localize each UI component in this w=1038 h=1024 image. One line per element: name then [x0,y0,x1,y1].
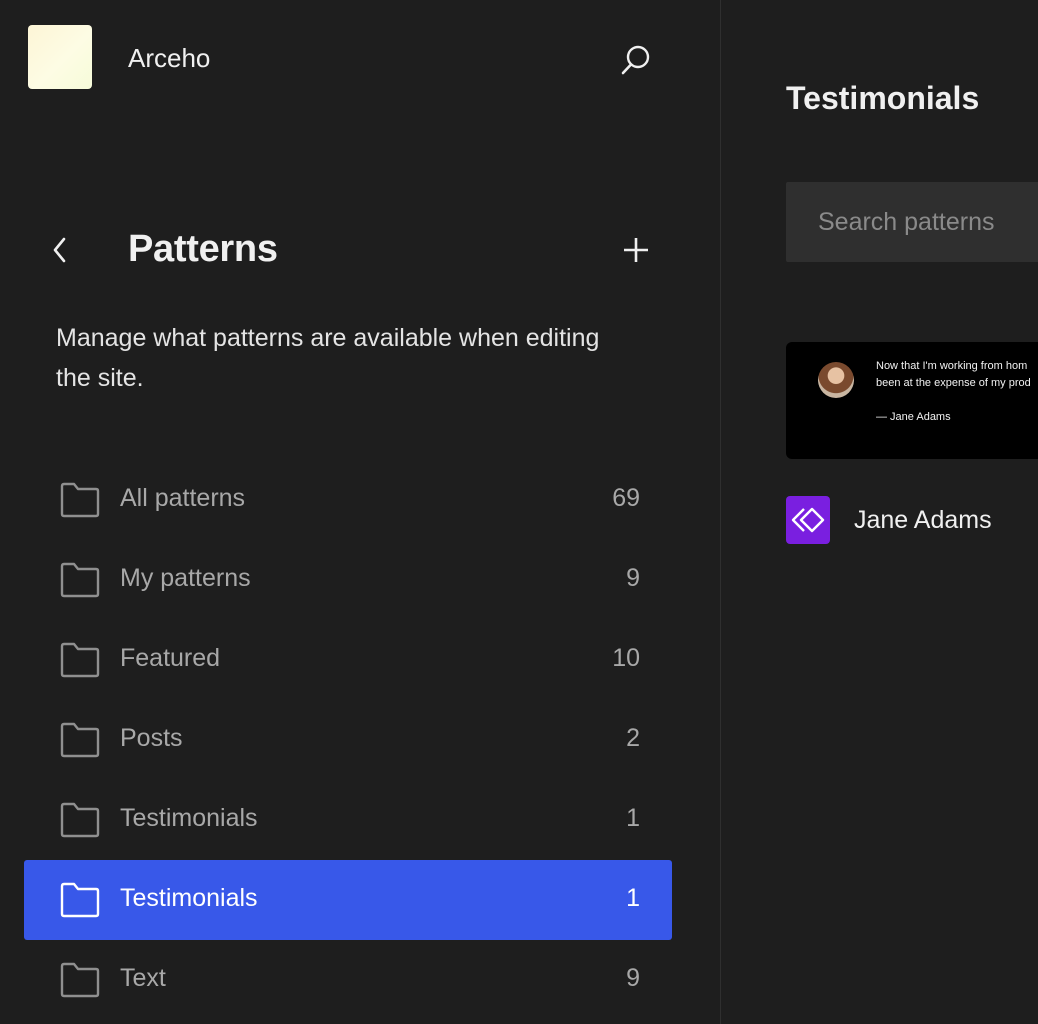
preview-quote-line: Now that I'm working from hom [876,360,1028,372]
site-name[interactable]: Arceho [128,43,210,74]
preview-quote: Now that I'm working from hom been at th… [876,358,1038,392]
synced-pattern-icon [786,496,830,544]
content-area: Testimonials Now that I'm working from h… [721,0,1038,1024]
avatar [818,362,854,398]
folder-icon [60,962,100,998]
folder-icon [60,802,100,838]
pattern-title: Jane Adams [854,505,992,534]
category-label: Featured [120,644,221,672]
category-count: 10 [612,644,640,672]
category-label: Testimonials [120,804,258,832]
category-item[interactable]: Featured 10 [24,620,672,700]
folder-icon [60,882,100,918]
category-label: Testimonials [120,884,258,912]
page-title: Testimonials [786,80,980,116]
category-item[interactable]: Posts 2 [24,700,672,780]
pattern-item[interactable]: Jane Adams [786,496,992,544]
panel-description: Manage what patterns are available when … [56,324,600,392]
category-item[interactable]: Testimonials 1 [24,780,672,860]
category-label: My patterns [120,564,251,592]
category-item[interactable]: Testimonials 1 [24,860,672,940]
site-logo[interactable] [28,25,92,89]
search-button[interactable] [612,36,660,84]
folder-icon [60,642,100,678]
add-pattern-button[interactable] [612,226,660,274]
folder-icon [60,722,100,758]
search-icon [621,45,650,75]
category-count: 69 [612,484,640,512]
category-label: Text [120,964,166,992]
panel-title: Patterns [128,228,278,270]
category-item[interactable]: All patterns 69 [24,460,672,540]
category-label: All patterns [120,484,246,512]
category-count: 1 [626,884,640,912]
preview-quote-author: — Jane Adams [876,411,951,423]
category-count: 2 [626,724,640,752]
category-count: 9 [626,964,640,992]
preview-quote-line: been at the expense of my prod [876,377,1031,389]
category-item[interactable]: Text 9 [24,940,672,1020]
category-count: 1 [626,804,640,832]
back-button[interactable] [40,228,80,272]
folder-icon [60,482,100,518]
search-patterns-input[interactable] [786,182,1038,262]
pattern-preview[interactable]: Now that I'm working from hom been at th… [786,342,1038,459]
folder-icon [60,562,100,598]
category-count: 9 [626,564,640,592]
plus-icon [624,238,648,262]
category-list: All patterns 69 My patterns 9 Featured 10 Post… [24,460,672,1020]
category-label: Posts [120,724,183,752]
sidebar: Arceho Patterns Manage what patterns are… [0,0,721,1024]
category-item[interactable]: My patterns 9 [24,540,672,620]
chevron-left-icon [53,237,66,263]
